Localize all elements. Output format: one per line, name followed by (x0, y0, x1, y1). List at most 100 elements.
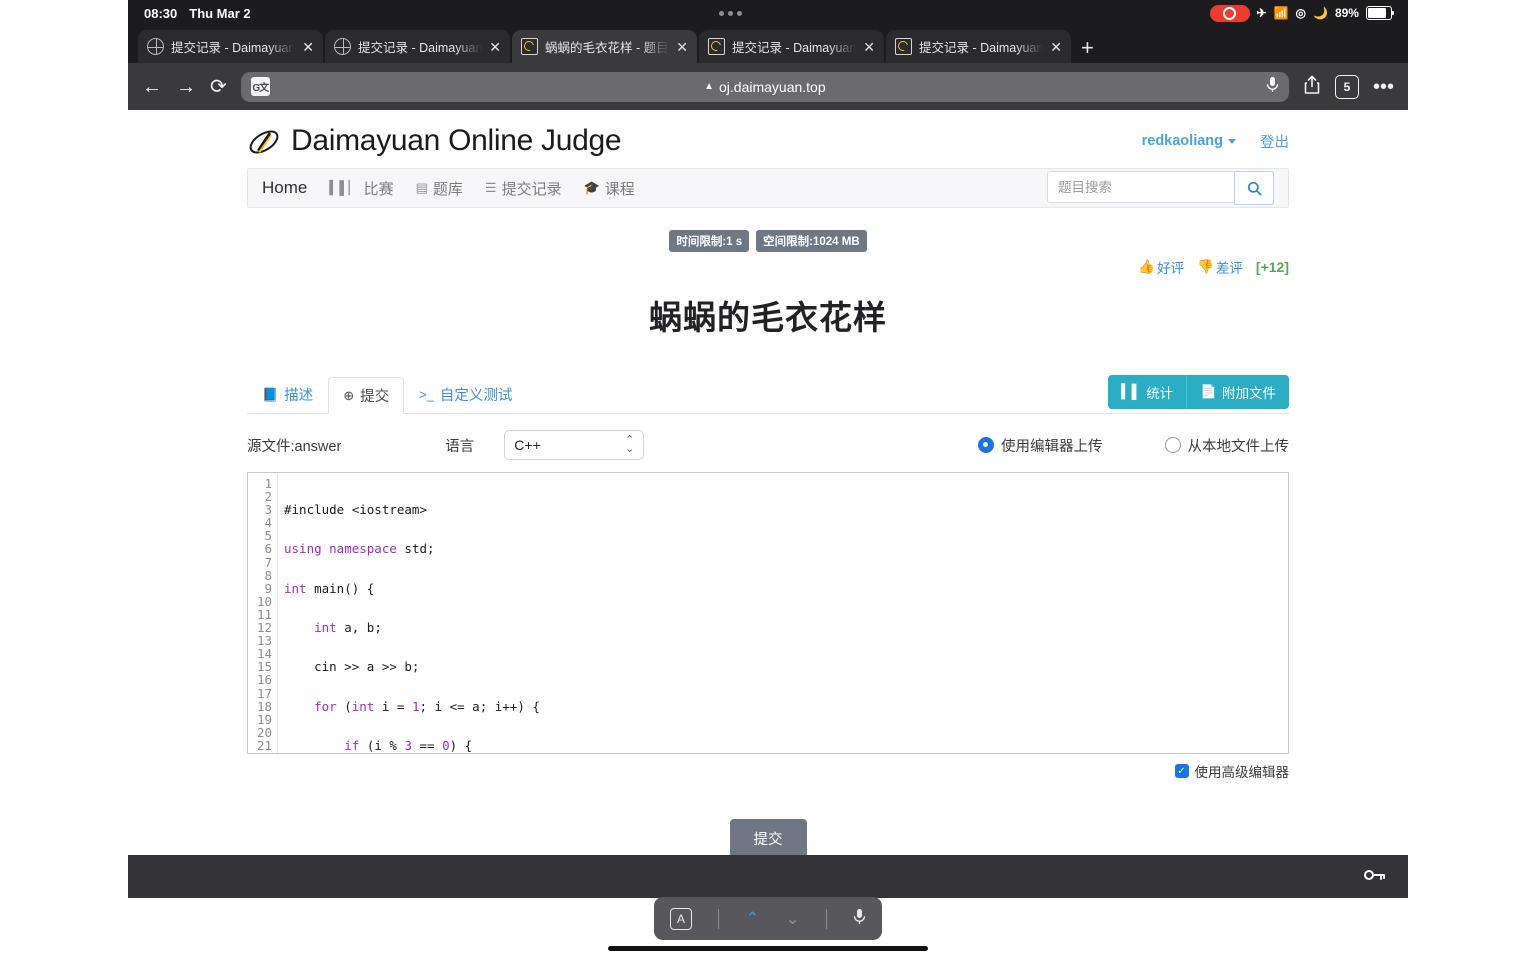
submit-button[interactable]: 提交 (730, 819, 807, 855)
battery-icon (1366, 6, 1392, 20)
nav-item-problems[interactable]: ▤ 题库 (416, 178, 463, 199)
address-bar[interactable]: G文 ▲ oj.daimayuan.top (241, 72, 1289, 102)
radio-label: 从本地文件上传 (1188, 435, 1290, 456)
line-number: 3 (248, 503, 277, 516)
forward-icon[interactable]: → (176, 77, 196, 97)
nav-item-courses[interactable]: 🎓 课程 (584, 178, 635, 199)
tab-custom-test[interactable]: >_ 自定义测试 (404, 376, 527, 413)
site-header: Daimayuan Online Judge redkaoliang 登出 (247, 110, 1289, 168)
tab-title: 提交记录 - Daimayuan On (171, 37, 295, 56)
action-label: 附加文件 (1222, 382, 1276, 402)
share-icon[interactable] (1303, 75, 1321, 99)
like-label: 好评 (1157, 257, 1184, 277)
radio-file-upload[interactable]: 从本地文件上传 (1165, 435, 1290, 456)
code-text-area[interactable]: #include <iostream> using namespace std;… (278, 473, 1288, 753)
tab-submit[interactable]: ⊕ 提交 (328, 377, 404, 414)
nav-label: 提交记录 (502, 178, 562, 199)
nav-label: 比赛 (364, 178, 394, 199)
chart-icon: ▍▌▏ (329, 180, 358, 196)
attachments-button[interactable]: 📄 附加文件 (1186, 375, 1289, 409)
tab-title: 提交记录 - Daimayuan On (732, 37, 856, 56)
terminal-icon: >_ (419, 387, 434, 402)
line-number: 10 (248, 595, 277, 608)
radio-editor-upload[interactable]: 使用编辑器上传 (978, 435, 1103, 456)
code-editor[interactable]: 1 2 3 4 5 6 7 8 9 10 11 12 13 14 15 16 1 (247, 472, 1289, 754)
line-number: 9 (248, 582, 277, 595)
tab-title: 提交记录 - Daimayuan On (919, 37, 1043, 56)
statistics-button[interactable]: ▍▌ 统计 (1108, 375, 1186, 409)
page-container: Daimayuan Online Judge redkaoliang 登出 Ho… (247, 110, 1289, 855)
previous-field-icon[interactable]: ⌃ (745, 909, 759, 929)
time-limit-badge: 时间限制:1 s (669, 230, 749, 252)
radio-dot-selected (978, 437, 994, 453)
line-number: 2 (248, 490, 277, 503)
site-logo[interactable]: Daimayuan Online Judge (247, 124, 621, 158)
multitask-dots[interactable] (719, 11, 742, 16)
line-number: 6 (248, 542, 277, 555)
mic-icon[interactable] (853, 908, 866, 930)
status-time: 08:30 (144, 6, 177, 21)
browser-tab-1[interactable]: 提交记录 - Daimayuan On ✕ (138, 30, 323, 63)
key-icon[interactable] (1364, 866, 1386, 887)
logout-link[interactable]: 登出 (1260, 131, 1289, 152)
line-number: 22 (248, 752, 277, 754)
voice-search-icon[interactable] (1266, 76, 1279, 97)
oj-icon (521, 38, 538, 55)
close-icon[interactable]: ✕ (302, 40, 314, 54)
problem-rating: 👍 好评 👎 差评 [+12] (247, 257, 1289, 277)
user-menu[interactable]: redkaoliang (1142, 133, 1236, 149)
nav-item-home[interactable]: Home (262, 178, 307, 198)
list-icon: ☰ (485, 180, 497, 196)
site-title: Daimayuan Online Judge (291, 124, 621, 158)
nav-item-submissions[interactable]: ☰ 提交记录 (485, 178, 562, 199)
search-input[interactable] (1047, 171, 1234, 203)
close-icon[interactable]: ✕ (1050, 40, 1062, 54)
close-icon[interactable]: ✕ (489, 40, 501, 54)
browser-tab-3-active[interactable]: 蜗蜗的毛衣花样 - 题目 - D ✕ (512, 30, 697, 63)
reload-icon[interactable]: ⟳ (210, 77, 227, 97)
file-icon: 📄 (1200, 384, 1217, 400)
code-line: if (i % 3 == 0) { (278, 739, 1288, 752)
language-select[interactable]: C++ ⌃⌄ (504, 430, 644, 460)
radio-label: 使用编辑器上传 (1001, 435, 1103, 456)
browser-tab-2[interactable]: 提交记录 - Daimayuan On ✕ (325, 30, 510, 63)
thumbs-up-icon: 👍 (1138, 259, 1155, 275)
status-bar-right: ✈ 📶 ◎ 🌙 89% (1210, 5, 1392, 22)
search-icon[interactable] (1234, 171, 1274, 205)
action-label: 统计 (1146, 382, 1173, 402)
more-options-icon[interactable]: ••• (1373, 77, 1394, 97)
globe-icon (147, 38, 164, 55)
problem-limits: 时间限制:1 s 空间限制:1024 MB (247, 230, 1289, 252)
tab-count-button[interactable]: 5 (1335, 75, 1359, 99)
advanced-editor-row[interactable]: ✓ 使用高级编辑器 (247, 761, 1289, 781)
back-icon[interactable]: ← (142, 77, 162, 97)
graduation-icon: 🎓 (584, 180, 600, 196)
browser-tab-5[interactable]: 提交记录 - Daimayuan On ✕ (886, 30, 1071, 63)
book-icon: ▤ (416, 180, 428, 196)
line-number: 21 (248, 739, 277, 752)
line-number: 20 (248, 726, 277, 739)
rating-score: [+12] (1256, 259, 1289, 275)
code-line: #include <iostream> (278, 503, 1288, 516)
source-file-label: 源文件:answer (247, 435, 341, 456)
dislike-button[interactable]: 👎 差评 (1197, 257, 1243, 277)
close-icon[interactable]: ✕ (676, 40, 688, 54)
wifi-icon: 📶 (1274, 6, 1289, 20)
oj-icon (895, 38, 912, 55)
home-indicator[interactable] (608, 946, 928, 951)
nav-item-contests[interactable]: ▍▌▏ 比赛 (329, 178, 393, 199)
line-number: 1 (248, 477, 277, 490)
browser-tab-4[interactable]: 提交记录 - Daimayuan On ✕ (699, 30, 884, 63)
divider (826, 909, 827, 929)
translate-icon[interactable]: G文 (251, 77, 270, 96)
close-icon[interactable]: ✕ (863, 40, 875, 54)
tab-description[interactable]: 📘 描述 (247, 376, 328, 413)
like-button[interactable]: 👍 好评 (1138, 257, 1184, 277)
keyboard-toolbar: A ⌃ ⌄ (654, 897, 882, 940)
advanced-editor-checkbox[interactable]: ✓ (1175, 764, 1189, 778)
globe-icon (334, 38, 351, 55)
line-number: 19 (248, 713, 277, 726)
new-tab-button[interactable]: + (1081, 37, 1094, 59)
battery-percent: 89% (1335, 6, 1359, 20)
autofill-icon[interactable]: A (670, 908, 692, 930)
